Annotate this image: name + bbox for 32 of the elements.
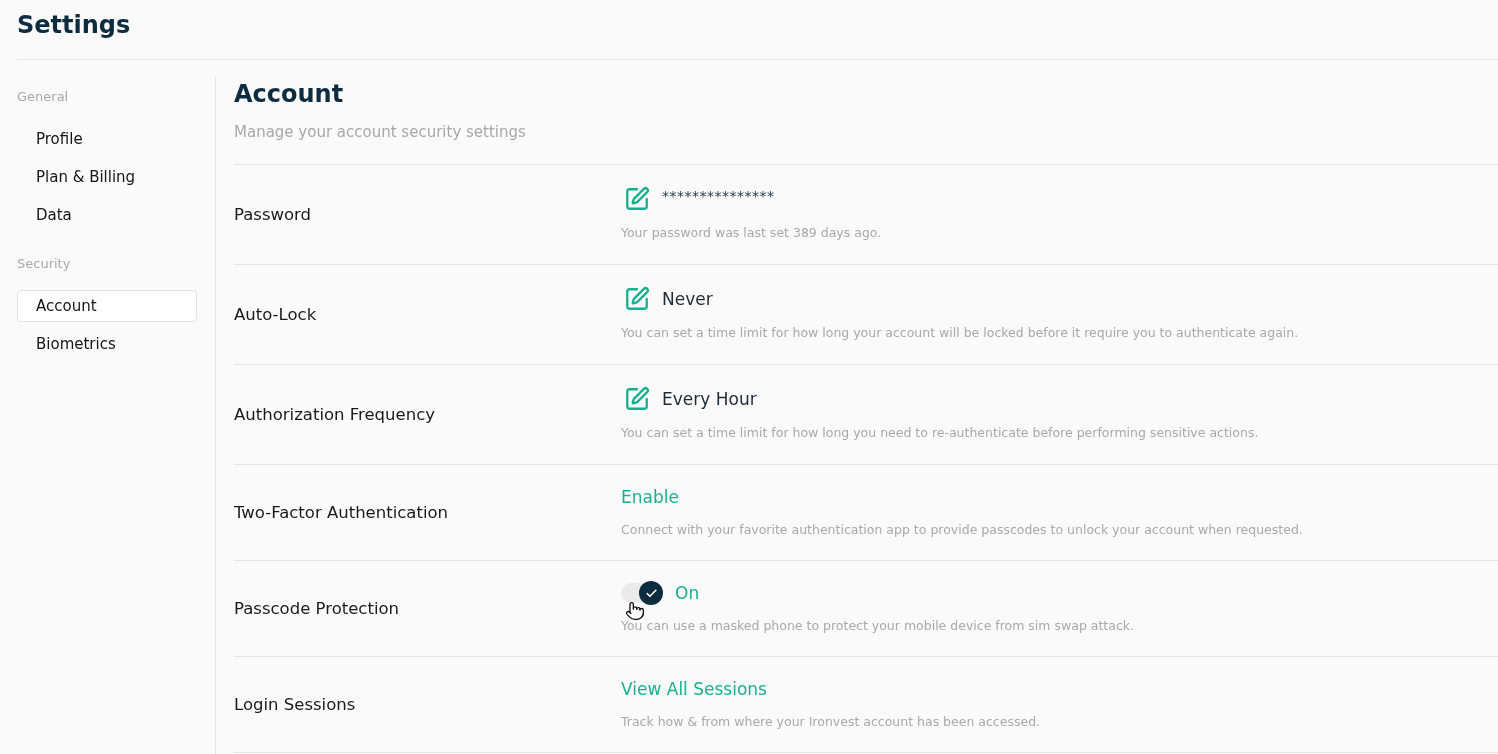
setting-description: You can use a masked phone to protect your mobile device from sim swap attack. [621,617,1134,635]
check-icon [639,581,663,605]
setting-label: Authorization Frequency [234,404,435,424]
sidebar-item[interactable]: Data [17,199,197,231]
setting-label: Password [234,204,312,224]
setting-label: Two-Factor Authentication [234,502,449,522]
setting-value: Never [662,289,713,309]
setting-description: Your password was last set 389 days ago. [621,224,882,242]
setting-label: Login Sessions [234,694,356,714]
setting-description: Track how & from where your Ironvest account has been accessed. [621,713,1041,731]
setting-description: You can set a time limit for how long you need to re-authenticate before performing sensitive actions. [621,424,1259,442]
setting-description: Connect with your favorite authentication app to provide passcodes to unlock your account when requested. [621,521,1303,539]
sidebar-item[interactable]: Profile [17,123,197,155]
edit-icon[interactable] [624,186,650,212]
edit-icon[interactable] [624,286,650,312]
masked-password: *************** [662,188,775,204]
toggle-state: On [675,583,700,603]
sidebar-item[interactable]: Biometrics [17,328,197,360]
sidebar-item[interactable]: Plan & Billing [17,161,197,193]
section-heading: General [17,88,69,106]
section-heading: Security [17,255,71,273]
setting-description: You can set a time limit for how long your account will be locked before it require you to authenticate again. [621,324,1299,342]
sidebar-item[interactable]: Account [17,290,197,322]
section-subtitle: Manage your account security settings [234,122,526,143]
section-title: Account [234,79,344,110]
hand-cursor-icon [625,600,645,622]
setting-label: Passcode Protection [234,598,400,618]
page-title: Settings [17,10,131,41]
setting-value: Every Hour [662,389,757,409]
setting-label: Auto-Lock [234,304,317,324]
edit-icon[interactable] [624,386,650,412]
toggle-switch[interactable] [621,581,663,605]
